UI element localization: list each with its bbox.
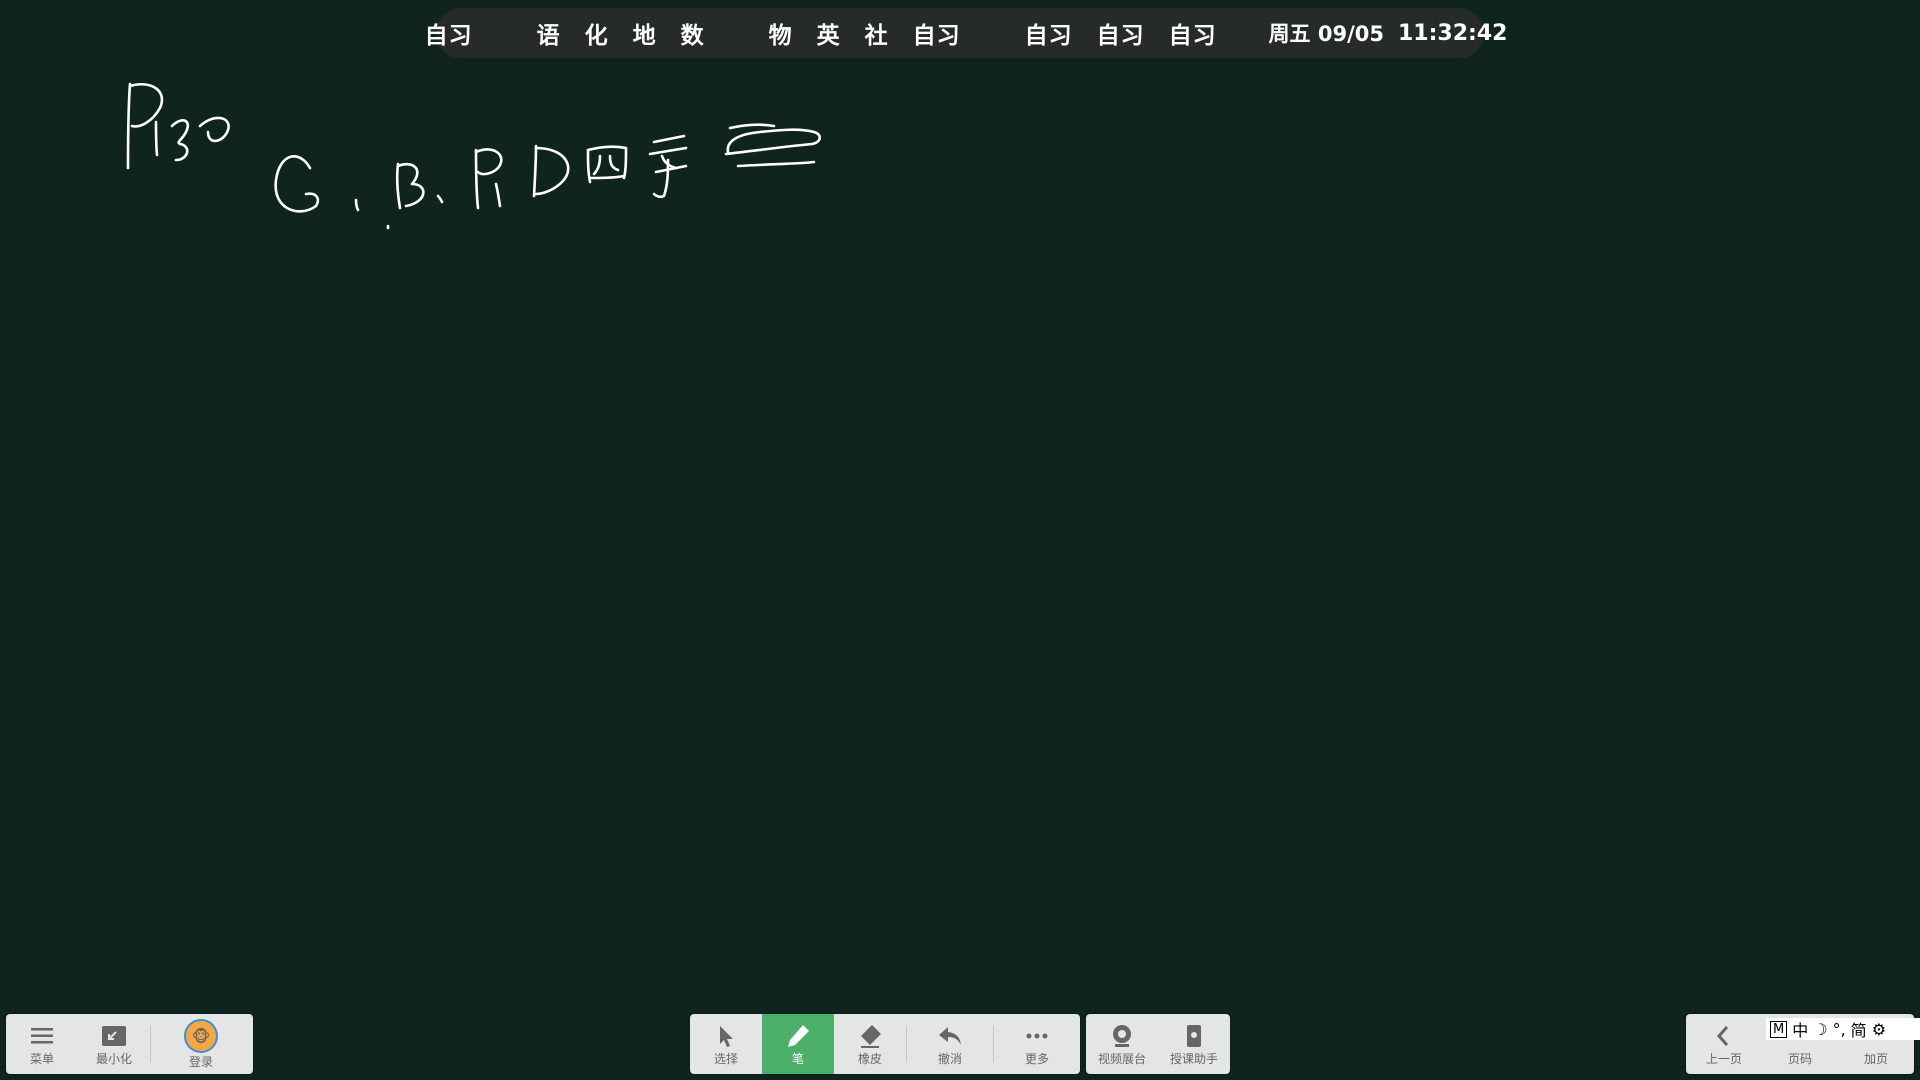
ime-simplified-toggle[interactable]: 简 <box>1851 1018 1867 1040</box>
page-number-label: 页码 <box>1787 1052 1812 1066</box>
schedule-item: 化 <box>584 23 609 49</box>
cursor-icon <box>720 1026 733 1047</box>
handwriting-strokes <box>126 82 822 230</box>
whiteboard-canvas[interactable]: 自习 语 化 地 数 物 英 社 自习 自习 自习 自习 周五 09/05 11… <box>0 0 1920 1080</box>
more-label: 更多 <box>1024 1052 1049 1066</box>
schedule-item: 英 <box>816 23 841 49</box>
ime-language-toggle[interactable]: 中 <box>1792 1018 1808 1040</box>
pen-icon <box>788 1025 809 1047</box>
login-label: 登录 <box>188 1055 213 1069</box>
pen-label: 笔 <box>791 1052 804 1066</box>
login-button[interactable]: 🐵 登录 <box>151 1014 251 1074</box>
ime-mode-indicator[interactable]: M <box>1770 1020 1788 1038</box>
undo-label: 撤消 <box>937 1052 962 1066</box>
schedule-item: 自习 <box>912 23 961 49</box>
schedule-item: 自习 <box>1024 23 1073 49</box>
phone-icon <box>1187 1025 1201 1047</box>
drawing-toolbar: 选择 笔 橡皮 撤消 更多 <box>690 1014 1080 1074</box>
add-page-label: 加页 <box>1863 1052 1888 1066</box>
prev-page-label: 上一页 <box>1705 1052 1742 1066</box>
ime-status-bar[interactable]: M 中 ☽ °, 简 ⚙ <box>1766 1018 1920 1040</box>
teaching-assistant-button[interactable]: 授课助手 <box>1158 1014 1230 1074</box>
time-text: 11:32:42 <box>1398 20 1508 46</box>
hamburger-icon <box>31 1028 53 1044</box>
minimize-icon <box>102 1026 126 1046</box>
schedule-clock: 周五 09/05 11:32:42 <box>1249 18 1528 48</box>
settings-icon[interactable]: ⚙ <box>1872 1020 1886 1039</box>
schedule-item: 自习 <box>1096 23 1145 49</box>
webcam-icon <box>1113 1025 1131 1047</box>
schedule-item: 数 <box>680 23 705 49</box>
ime-halfwidth-icon[interactable]: ☽ <box>1813 1020 1827 1039</box>
schedule-item: 社 <box>864 23 889 49</box>
more-button[interactable]: 更多 <box>994 1014 1080 1074</box>
eraser-icon <box>861 1025 881 1048</box>
pen-tool-button[interactable]: 笔 <box>762 1014 834 1074</box>
schedule-group-1: 自习 <box>393 16 505 50</box>
class-schedule-bar: 自习 语 化 地 数 物 英 社 自习 自习 自习 自习 周五 09/05 11… <box>425 8 1507 58</box>
date-text: 周五 09/05 <box>1268 22 1384 46</box>
menu-button[interactable]: 菜单 <box>6 1014 78 1074</box>
menu-label: 菜单 <box>29 1052 54 1066</box>
select-label: 选择 <box>713 1052 738 1066</box>
minimize-button[interactable]: 最小化 <box>78 1014 150 1074</box>
minimize-label: 最小化 <box>95 1052 132 1066</box>
select-tool-button[interactable]: 选择 <box>690 1014 762 1074</box>
chevron-left-icon <box>1716 1026 1729 1046</box>
schedule-item: 物 <box>768 23 793 49</box>
schedule-item: 地 <box>632 23 657 49</box>
schedule-item: 语 <box>536 23 561 49</box>
teaching-assistant-label: 授课助手 <box>1169 1052 1218 1066</box>
ime-punctuation-toggle[interactable]: °, <box>1833 1020 1846 1039</box>
schedule-group-3: 物 英 社 自习 <box>737 16 993 50</box>
schedule-group-4: 自习 自习 自习 <box>993 16 1249 50</box>
eraser-label: 橡皮 <box>857 1052 882 1066</box>
schedule-item: 自习 <box>1168 23 1217 49</box>
left-toolbar: 菜单 最小化 🐵 登录 <box>6 1014 253 1074</box>
avatar: 🐵 <box>184 1019 218 1053</box>
undo-button[interactable]: 撤消 <box>907 1014 993 1074</box>
undo-icon <box>939 1027 961 1045</box>
video-booth-button[interactable]: 视频展台 <box>1086 1014 1158 1074</box>
teaching-toolbar: 视频展台 授课助手 <box>1086 1014 1230 1074</box>
schedule-item: 自习 <box>424 23 473 49</box>
eraser-tool-button[interactable]: 橡皮 <box>834 1014 906 1074</box>
schedule-group-2: 语 化 地 数 <box>505 16 737 50</box>
video-booth-label: 视频展台 <box>1097 1052 1146 1066</box>
prev-page-button[interactable]: 上一页 <box>1686 1014 1762 1074</box>
more-dots-icon <box>1026 1033 1048 1039</box>
